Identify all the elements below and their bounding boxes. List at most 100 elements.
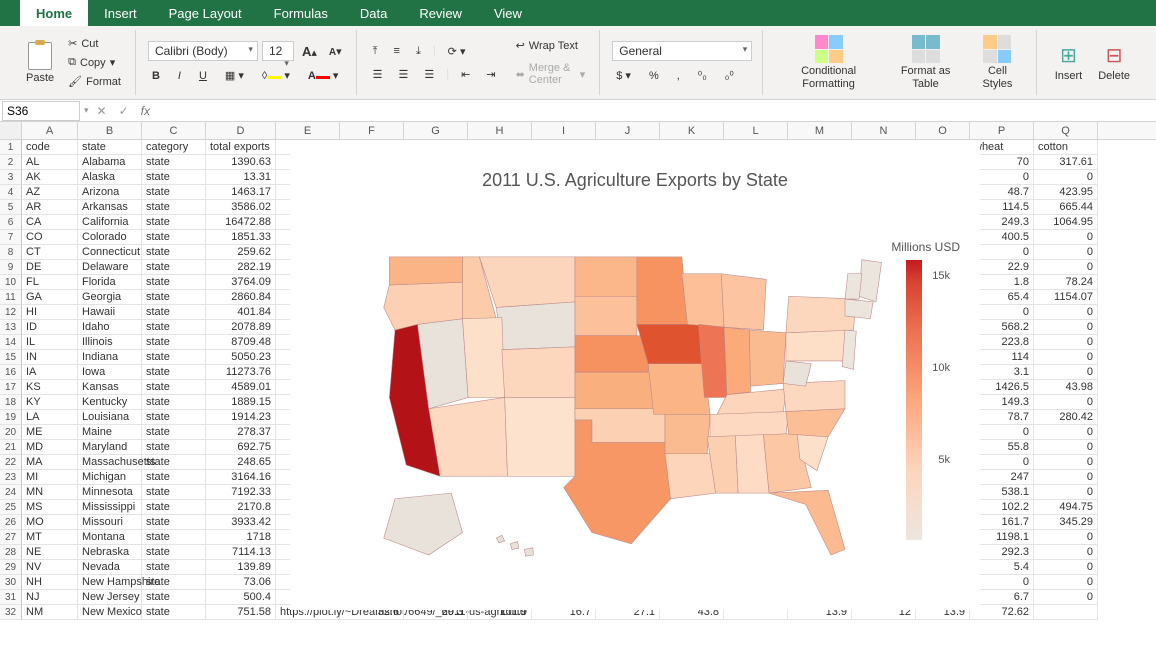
- cell[interactable]: [724, 335, 788, 350]
- cell[interactable]: [340, 530, 404, 545]
- cell[interactable]: Indiana: [78, 350, 142, 365]
- currency-button[interactable]: $ ▾: [612, 67, 635, 84]
- cell[interactable]: [276, 470, 340, 485]
- cell[interactable]: state: [142, 365, 206, 380]
- cell[interactable]: Idaho: [78, 320, 142, 335]
- cell[interactable]: [660, 485, 724, 500]
- cell[interactable]: state: [142, 290, 206, 305]
- cell[interactable]: [276, 275, 340, 290]
- cell[interactable]: [724, 260, 788, 275]
- cell[interactable]: [660, 500, 724, 515]
- cell[interactable]: [724, 155, 788, 170]
- cell[interactable]: 0: [1034, 530, 1098, 545]
- cell[interactable]: NE: [22, 545, 78, 560]
- row-header[interactable]: 13: [0, 320, 22, 335]
- cell[interactable]: 149.3: [970, 395, 1034, 410]
- cell[interactable]: [660, 290, 724, 305]
- cell[interactable]: [340, 515, 404, 530]
- cell[interactable]: [852, 380, 916, 395]
- cell[interactable]: 9.8: [916, 365, 970, 380]
- cell[interactable]: [340, 440, 404, 455]
- cell[interactable]: 317.61: [1034, 155, 1098, 170]
- cell[interactable]: 1914.23: [206, 410, 276, 425]
- cell[interactable]: 13.9: [788, 605, 852, 620]
- cell[interactable]: [852, 200, 916, 215]
- comma-button[interactable]: ,: [673, 68, 684, 84]
- column-header[interactable]: G: [404, 122, 468, 139]
- cell[interactable]: [660, 410, 724, 425]
- cell[interactable]: [468, 515, 532, 530]
- cell[interactable]: AL: [22, 155, 78, 170]
- cell[interactable]: MN: [22, 485, 78, 500]
- cell[interactable]: New Hampshire: [78, 575, 142, 590]
- cell[interactable]: [340, 575, 404, 590]
- cell[interactable]: 114.5: [970, 200, 1034, 215]
- cell[interactable]: [724, 290, 788, 305]
- cell[interactable]: [852, 515, 916, 530]
- cell[interactable]: [340, 395, 404, 410]
- cell[interactable]: 1889.15: [206, 395, 276, 410]
- cell[interactable]: [404, 305, 468, 320]
- cell[interactable]: [788, 395, 852, 410]
- cell[interactable]: [788, 575, 852, 590]
- row-header[interactable]: 2: [0, 155, 22, 170]
- cell[interactable]: [788, 245, 852, 260]
- cell[interactable]: state: [142, 320, 206, 335]
- cell[interactable]: [468, 530, 532, 545]
- cell[interactable]: 568.2: [970, 320, 1034, 335]
- cell[interactable]: 0: [1034, 485, 1098, 500]
- cell[interactable]: 1463.17: [206, 185, 276, 200]
- cell[interactable]: [724, 425, 788, 440]
- cell[interactable]: [468, 320, 532, 335]
- cell[interactable]: [660, 575, 724, 590]
- row-header[interactable]: 4: [0, 185, 22, 200]
- cell[interactable]: state: [142, 185, 206, 200]
- cell[interactable]: [340, 170, 404, 185]
- cell[interactable]: [468, 425, 532, 440]
- cell[interactable]: [660, 395, 724, 410]
- cell[interactable]: [788, 275, 852, 290]
- row-header[interactable]: 19: [0, 410, 22, 425]
- font-color-button[interactable]: A ▾: [304, 67, 343, 84]
- cell[interactable]: Michigan: [78, 470, 142, 485]
- cell[interactable]: [340, 425, 404, 440]
- cell[interactable]: [596, 590, 660, 605]
- cell[interactable]: 1.4: [916, 410, 970, 425]
- cell[interactable]: LA: [22, 410, 78, 425]
- cell[interactable]: [724, 590, 788, 605]
- cell[interactable]: [852, 590, 916, 605]
- cell[interactable]: 3.2: [916, 230, 970, 245]
- fill-color-button[interactable]: ◊ ▾: [258, 67, 294, 84]
- cell[interactable]: [596, 140, 660, 155]
- cut-button[interactable]: ✂ Cut: [64, 35, 125, 52]
- cell[interactable]: Mississippi: [78, 500, 142, 515]
- cell[interactable]: [404, 245, 468, 260]
- cell[interactable]: NM: [22, 605, 78, 620]
- cell[interactable]: [468, 380, 532, 395]
- cell[interactable]: [596, 200, 660, 215]
- cell[interactable]: [852, 155, 916, 170]
- cell[interactable]: [724, 515, 788, 530]
- decrease-font-button[interactable]: A▾: [325, 43, 346, 60]
- cell[interactable]: state: [142, 515, 206, 530]
- cell[interactable]: [404, 500, 468, 515]
- align-left-button[interactable]: ☰: [369, 66, 387, 83]
- cell[interactable]: [276, 200, 340, 215]
- row-header[interactable]: 28: [0, 545, 22, 560]
- cell[interactable]: 5050.23: [206, 350, 276, 365]
- cell[interactable]: 3.1: [970, 365, 1034, 380]
- cell[interactable]: [660, 230, 724, 245]
- cell[interactable]: [532, 320, 596, 335]
- cell[interactable]: 248.65: [206, 455, 276, 470]
- cell[interactable]: [596, 515, 660, 530]
- row-header[interactable]: 5: [0, 200, 22, 215]
- cell[interactable]: [724, 560, 788, 575]
- row-header[interactable]: 26: [0, 515, 22, 530]
- cell[interactable]: [724, 275, 788, 290]
- cell[interactable]: NV: [22, 560, 78, 575]
- cell[interactable]: [276, 530, 340, 545]
- cell[interactable]: KY: [22, 395, 78, 410]
- cell[interactable]: Nevada: [78, 560, 142, 575]
- cell[interactable]: Connecticut: [78, 245, 142, 260]
- column-header[interactable]: A: [22, 122, 78, 139]
